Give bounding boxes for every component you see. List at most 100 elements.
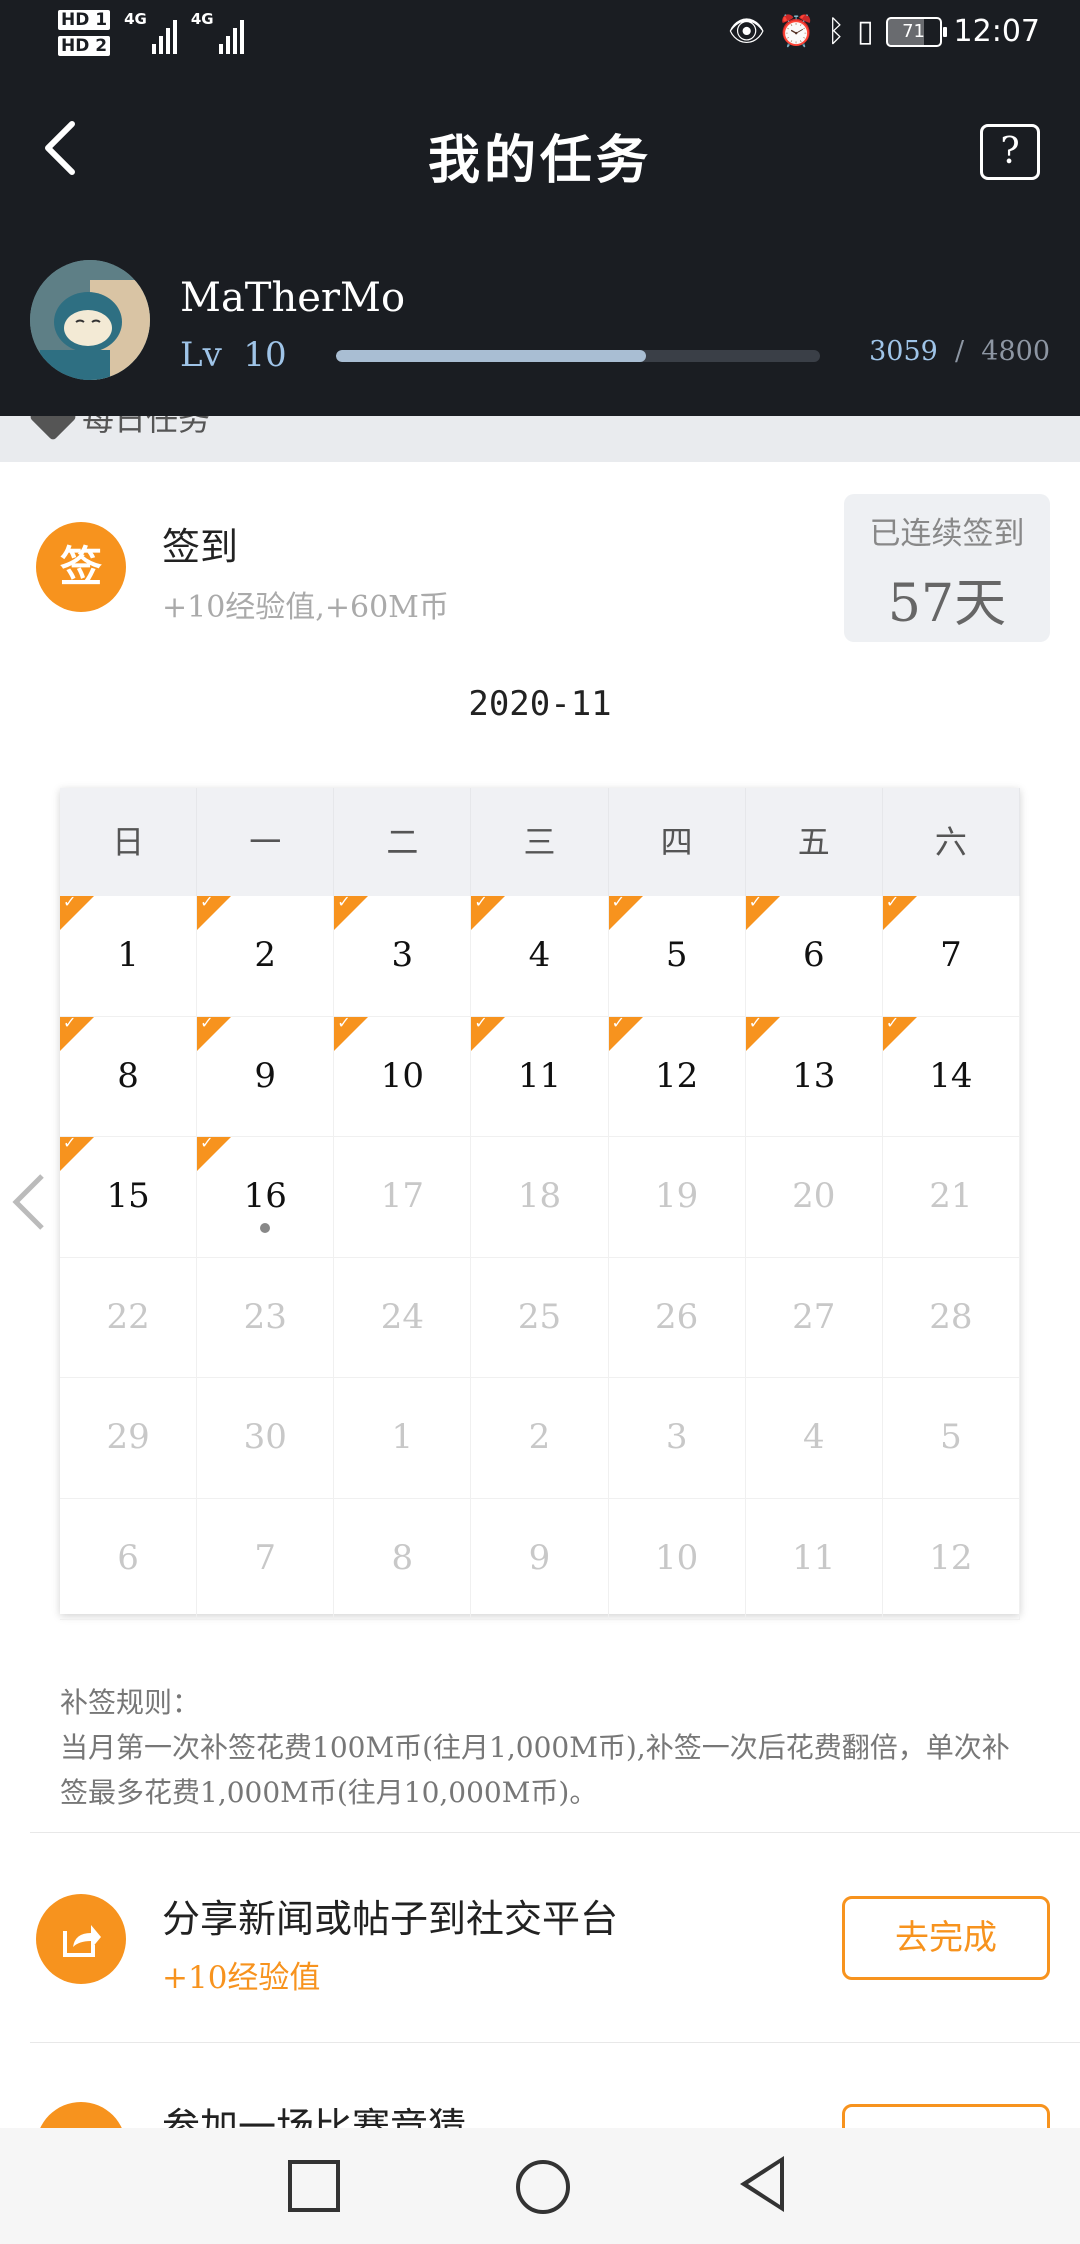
calendar-day-number: 11 xyxy=(792,1537,836,1578)
calendar-day-number: 3 xyxy=(665,1417,688,1458)
calendar-day[interactable]: 7 xyxy=(197,1498,335,1620)
calendar-day[interactable]: 25 xyxy=(471,1257,609,1379)
help-button[interactable]: ? xyxy=(980,124,1040,180)
calendar-day-number: 2 xyxy=(528,1417,551,1458)
calendar-day[interactable]: 28 xyxy=(882,1257,1020,1379)
calendar-day[interactable]: 6 xyxy=(745,894,883,1017)
calendar-day[interactable]: 11 xyxy=(745,1498,883,1620)
calendar-day[interactable]: 15 xyxy=(60,1135,198,1258)
calendar-day-number: 5 xyxy=(940,1417,962,1458)
signed-check-icon xyxy=(60,1135,94,1172)
back-triangle-icon[interactable] xyxy=(740,2156,784,2212)
calendar-day[interactable]: 9 xyxy=(471,1498,609,1620)
calendar-day[interactable]: 1 xyxy=(334,1378,472,1499)
calendar-day[interactable]: 6 xyxy=(60,1498,198,1620)
calendar-day-number: 10 xyxy=(655,1537,699,1578)
calendar-day[interactable]: 27 xyxy=(745,1257,883,1379)
weekday-label: 日 xyxy=(60,788,198,896)
calendar-day[interactable]: 24 xyxy=(334,1257,472,1379)
calendar-day[interactable]: 17 xyxy=(334,1137,472,1258)
bluetooth-icon: ᛒ xyxy=(827,14,846,49)
calendar-day[interactable]: 10 xyxy=(608,1498,746,1620)
divider xyxy=(30,2042,1080,2043)
section-header: 每日任务 xyxy=(0,416,1080,462)
calendar-day[interactable]: 11 xyxy=(471,1015,609,1138)
signed-check-icon xyxy=(608,894,643,930)
calendar-day-number: 17 xyxy=(380,1176,424,1217)
calendar-day[interactable]: 4 xyxy=(745,1378,883,1499)
calendar-day[interactable]: 2 xyxy=(197,894,335,1017)
checkin-reward: +10经验值,+60M币 xyxy=(162,590,449,625)
calendar-day[interactable]: 5 xyxy=(882,1378,1020,1499)
calendar-day[interactable]: 13 xyxy=(745,1015,883,1138)
system-nav-bar xyxy=(0,2128,1080,2244)
prev-month-svg xyxy=(12,1174,44,1230)
level-value: 10 xyxy=(243,335,287,375)
calendar-day[interactable]: 4 xyxy=(471,894,609,1017)
calendar-day-number: 15 xyxy=(106,1176,150,1217)
calendar-day[interactable]: 9 xyxy=(197,1015,335,1138)
calendar-day[interactable]: 12 xyxy=(882,1498,1020,1620)
page-title: 我的任务 xyxy=(427,130,652,191)
exp-text: 3059 / 4800 xyxy=(869,336,1050,367)
avatar[interactable] xyxy=(30,260,150,380)
share-icon-svg xyxy=(63,1925,101,1957)
section-label: 每日任务 xyxy=(82,416,211,438)
calendar-weekday-header: 日一二三四五六 xyxy=(60,788,1020,896)
calendar-day[interactable]: 19 xyxy=(608,1137,746,1258)
signed-check-icon xyxy=(882,894,917,930)
battery-level: 71 xyxy=(902,20,925,42)
calendar-day-number: 2 xyxy=(254,935,277,975)
streak-box: 已连续签到 57天 xyxy=(844,494,1050,642)
calendar-day[interactable]: 8 xyxy=(334,1498,472,1620)
calendar-day[interactable]: 22 xyxy=(60,1257,198,1379)
calendar-day-number: 6 xyxy=(117,1537,139,1578)
weekday-label: 三 xyxy=(471,788,609,896)
calendar-day-number: 10 xyxy=(380,1055,424,1096)
signed-check-icon xyxy=(882,1015,917,1051)
calendar-day[interactable]: 30 xyxy=(197,1378,335,1499)
go-complete-button[interactable]: 去完成 xyxy=(842,1896,1050,1980)
battery-icon: 71 xyxy=(885,16,947,47)
calendar-day[interactable]: 3 xyxy=(608,1378,746,1499)
calendar-day[interactable]: 2 xyxy=(471,1378,609,1499)
calendar-day[interactable]: 5 xyxy=(608,894,746,1017)
weekday-label: 一 xyxy=(197,788,335,896)
calendar-day-number: 9 xyxy=(254,1055,277,1096)
calendar-day[interactable]: 20 xyxy=(745,1137,883,1258)
calendar-day-number: 26 xyxy=(655,1296,699,1337)
calendar-day[interactable]: 16 xyxy=(197,1135,335,1258)
calendar-day-number: 1 xyxy=(117,935,139,975)
signed-check-icon xyxy=(471,1015,506,1051)
exp-progress-bar xyxy=(336,350,820,362)
avatar-image xyxy=(30,260,150,380)
calendar-day-number: 21 xyxy=(929,1176,973,1217)
app-header: HD 1 HD 2 4G 4G 👁 ⏰ ᛒ ▯ 71 12:07 我的任务 ? xyxy=(0,0,1080,416)
weekday-label: 二 xyxy=(334,788,472,896)
calendar-day[interactable]: 3 xyxy=(334,894,472,1017)
calendar-day-number: 25 xyxy=(517,1296,562,1337)
divider xyxy=(30,1832,1080,1833)
calendar-day[interactable]: 8 xyxy=(60,1015,198,1138)
calendar-day[interactable]: 7 xyxy=(882,894,1020,1017)
signed-check-icon xyxy=(60,1015,94,1051)
task-category-icon xyxy=(28,416,78,442)
recents-square-icon[interactable] xyxy=(288,2160,340,2212)
calendar-grid: 1234567891011121314151617181920212223242… xyxy=(60,894,1020,1620)
calendar-day[interactable]: 10 xyxy=(334,1015,472,1138)
username: MaTherMo xyxy=(180,275,406,321)
calendar-day[interactable]: 29 xyxy=(60,1378,198,1499)
prev-month-chevron-icon[interactable] xyxy=(8,1170,48,1250)
calendar-day[interactable]: 23 xyxy=(197,1257,335,1379)
calendar-day-number: 29 xyxy=(106,1417,150,1458)
calendar-day[interactable]: 26 xyxy=(608,1257,746,1379)
home-circle-icon[interactable] xyxy=(516,2160,570,2214)
calendar-day[interactable]: 12 xyxy=(608,1015,746,1138)
exp-progress-fill xyxy=(336,350,646,362)
calendar-day[interactable]: 14 xyxy=(882,1015,1020,1138)
calendar-day[interactable]: 1 xyxy=(60,894,198,1017)
calendar-day[interactable]: 18 xyxy=(471,1137,609,1258)
today-dot xyxy=(260,1222,271,1233)
rules-text: 当月第一次补签花费100M币(往月1,000M币),补签一次后花费翻倍，单次补签… xyxy=(60,1731,1010,1809)
calendar-day[interactable]: 21 xyxy=(882,1137,1020,1258)
